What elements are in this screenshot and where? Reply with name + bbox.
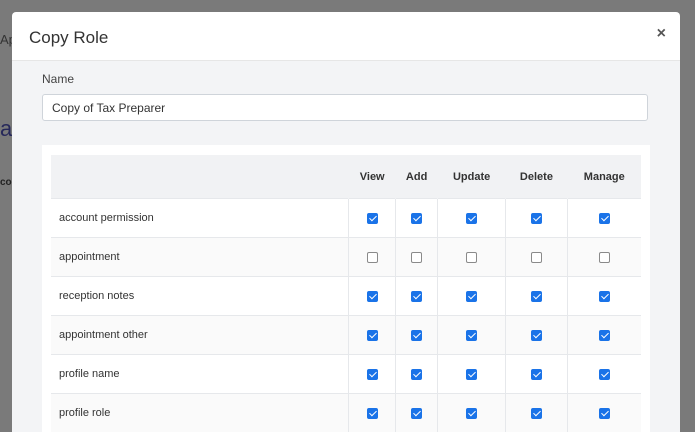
permission-cell [567,316,641,355]
manage-checkbox[interactable] [599,291,610,302]
permission-cell [567,394,641,432]
view-checkbox[interactable] [367,213,378,224]
permission-name: account permission [51,199,349,238]
permission-cell [506,199,567,238]
permission-cell [567,277,641,316]
add-checkbox[interactable] [411,369,422,380]
update-checkbox[interactable] [466,408,477,419]
modal-body: Name View Add Update Delete Manage accou… [12,61,680,432]
modal-title: Copy Role [29,28,108,48]
delete-checkbox[interactable] [531,408,542,419]
delete-checkbox[interactable] [531,291,542,302]
permission-name: appointment other [51,316,349,355]
table-row: profile role [51,394,641,432]
header-view: View [349,155,396,199]
table-row: appointment [51,238,641,277]
permission-cell [396,394,437,432]
permission-cell [349,277,396,316]
add-checkbox[interactable] [411,213,422,224]
permission-cell [506,316,567,355]
table-row: reception notes [51,277,641,316]
permission-cell [349,394,396,432]
permission-cell [437,355,505,394]
name-input[interactable] [42,94,648,121]
add-checkbox[interactable] [411,291,422,302]
permission-cell [567,355,641,394]
permission-cell [349,316,396,355]
manage-checkbox[interactable] [599,408,610,419]
header-add: Add [396,155,437,199]
permission-cell [396,316,437,355]
header-name-column [51,155,349,199]
permission-cell [396,355,437,394]
delete-checkbox[interactable] [531,213,542,224]
view-checkbox[interactable] [367,408,378,419]
permissions-table: View Add Update Delete Manage account pe… [51,155,641,432]
update-checkbox[interactable] [466,291,477,302]
permission-cell [506,238,567,277]
permissions-card: View Add Update Delete Manage account pe… [42,145,650,432]
permission-cell [396,199,437,238]
modal-header: Copy Role × [12,12,680,61]
manage-checkbox[interactable] [599,369,610,380]
update-checkbox[interactable] [466,213,477,224]
delete-checkbox[interactable] [531,330,542,341]
name-label: Name [42,72,74,86]
manage-checkbox[interactable] [599,252,610,263]
permission-cell [506,277,567,316]
close-icon[interactable]: × [657,26,666,42]
table-row: account permission [51,199,641,238]
permission-name: reception notes [51,277,349,316]
table-row: profile name [51,355,641,394]
permission-name: profile role [51,394,349,432]
permission-cell [567,238,641,277]
view-checkbox[interactable] [367,330,378,341]
view-checkbox[interactable] [367,252,378,263]
permission-cell [396,277,437,316]
permission-cell [437,277,505,316]
permission-cell [349,238,396,277]
delete-checkbox[interactable] [531,252,542,263]
view-checkbox[interactable] [367,369,378,380]
permission-cell [349,199,396,238]
permission-cell [349,355,396,394]
permission-cell [437,199,505,238]
permission-cell [506,394,567,432]
header-manage: Manage [567,155,641,199]
update-checkbox[interactable] [466,252,477,263]
delete-checkbox[interactable] [531,369,542,380]
permission-cell [506,355,567,394]
copy-role-modal: Copy Role × Name View Add Update Delete … [12,12,680,432]
update-checkbox[interactable] [466,330,477,341]
permission-cell [567,199,641,238]
view-checkbox[interactable] [367,291,378,302]
permission-cell [396,238,437,277]
add-checkbox[interactable] [411,408,422,419]
add-checkbox[interactable] [411,252,422,263]
permission-cell [437,394,505,432]
permission-cell [437,238,505,277]
table-header-row: View Add Update Delete Manage [51,155,641,199]
header-delete: Delete [506,155,567,199]
table-row: appointment other [51,316,641,355]
permission-cell [437,316,505,355]
manage-checkbox[interactable] [599,213,610,224]
add-checkbox[interactable] [411,330,422,341]
permission-name: profile name [51,355,349,394]
permission-name: appointment [51,238,349,277]
header-update: Update [437,155,505,199]
manage-checkbox[interactable] [599,330,610,341]
update-checkbox[interactable] [466,369,477,380]
